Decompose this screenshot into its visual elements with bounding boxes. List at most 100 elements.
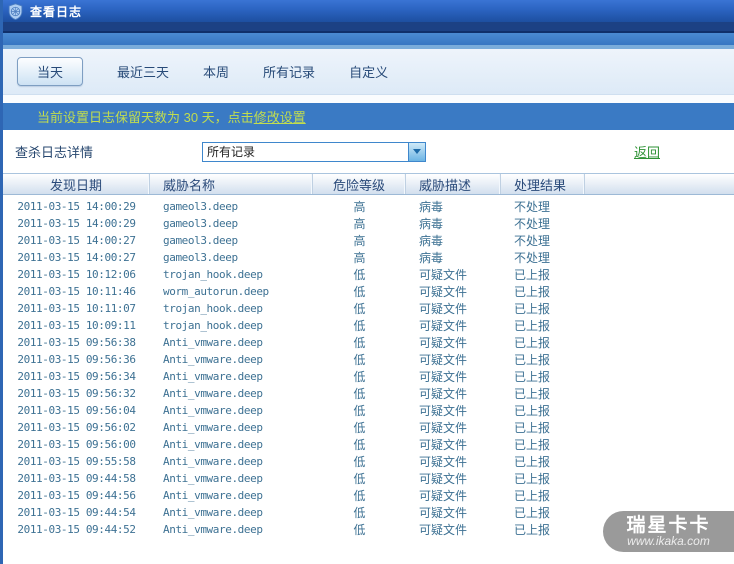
cell-risk-level: 低 — [353, 455, 366, 469]
table-row[interactable]: 2011-03-15 09:56:02 Anti_vmware.deep 低 可… — [3, 419, 734, 436]
log-viewer-window: 查看日志 当天 最近三天 本周 所有记录 自定义 当前设置日志保留天数为 30 … — [0, 0, 734, 564]
cell-threat-name: Anti_vmware.deep — [163, 370, 263, 383]
scan-log-details-label: 查杀日志详情 — [15, 145, 94, 160]
cell-result: 已上报 — [514, 472, 551, 486]
column-header-date[interactable]: 发现日期 — [3, 174, 150, 194]
cell-threat-name: Anti_vmware.deep — [163, 523, 263, 536]
cell-result: 已上报 — [514, 268, 551, 282]
table-row[interactable]: 2011-03-15 14:00:29 gameol3.deep 高 病毒 不处… — [3, 215, 734, 232]
cell-date: 2011-03-15 14:00:27 — [17, 251, 136, 264]
cell-threat-desc: 可疑文件 — [419, 455, 468, 469]
cell-threat-desc: 可疑文件 — [419, 285, 468, 299]
retention-notice-text: 当前设置日志保留天数为 30 天，点击 — [37, 110, 254, 125]
cell-threat-name: gameol3.deep — [163, 200, 238, 213]
modify-settings-link[interactable]: 修改设置 — [254, 107, 306, 126]
table-row[interactable]: 2011-03-15 09:56:38 Anti_vmware.deep 低 可… — [3, 334, 734, 351]
cell-date: 2011-03-15 09:44:54 — [17, 506, 136, 519]
cell-risk-level: 低 — [353, 302, 366, 316]
column-header-name[interactable]: 威胁名称 — [150, 174, 313, 194]
table-header-row: 发现日期 威胁名称 危险等级 威胁描述 处理结果 — [3, 174, 734, 195]
cell-risk-level: 低 — [353, 523, 366, 537]
tab-all-records[interactable]: 所有记录 — [263, 62, 315, 81]
cell-result: 不处理 — [514, 217, 551, 231]
cell-date: 2011-03-15 10:11:07 — [17, 302, 136, 315]
titlebar-lower-band — [3, 22, 734, 31]
cell-threat-desc: 可疑文件 — [419, 472, 468, 486]
cell-threat-desc: 可疑文件 — [419, 438, 468, 452]
tab-today[interactable]: 当天 — [17, 57, 84, 86]
record-type-select[interactable]: 所有记录 — [202, 141, 427, 162]
table-row[interactable]: 2011-03-15 10:12:06 trojan_hook.deep 低 可… — [3, 266, 734, 283]
cell-threat-desc: 可疑文件 — [419, 268, 468, 282]
table-row[interactable]: 2011-03-15 09:56:36 Anti_vmware.deep 低 可… — [3, 351, 734, 368]
table-row[interactable]: 2011-03-15 14:00:27 gameol3.deep 高 病毒 不处… — [3, 249, 734, 266]
cell-risk-level: 低 — [353, 285, 366, 299]
cell-date: 2011-03-15 09:56:38 — [17, 336, 136, 349]
cell-threat-name: Anti_vmware.deep — [163, 438, 263, 451]
cell-threat-name: worm_autorun.deep — [163, 285, 269, 298]
cell-result: 已上报 — [514, 489, 551, 503]
cell-threat-desc: 病毒 — [419, 200, 444, 214]
cell-threat-name: trojan_hook.deep — [163, 302, 263, 315]
table-row[interactable]: 2011-03-15 09:56:04 Anti_vmware.deep 低 可… — [3, 402, 734, 419]
cell-threat-desc: 病毒 — [419, 234, 444, 248]
cell-date: 2011-03-15 14:00:29 — [17, 217, 136, 230]
cell-threat-desc: 可疑文件 — [419, 506, 468, 520]
table-row[interactable]: 2011-03-15 09:56:00 Anti_vmware.deep 低 可… — [3, 436, 734, 453]
cell-threat-desc: 可疑文件 — [419, 302, 468, 316]
back-link[interactable]: 返回 — [634, 142, 660, 161]
cell-risk-level: 高 — [353, 251, 366, 265]
cell-result: 已上报 — [514, 404, 551, 418]
record-type-selected-value: 所有记录 — [207, 144, 256, 159]
cell-date: 2011-03-15 14:00:27 — [17, 234, 136, 247]
table-row[interactable]: 2011-03-15 10:09:11 trojan_hook.deep 低 可… — [3, 317, 734, 334]
cell-threat-name: Anti_vmware.deep — [163, 472, 263, 485]
cell-result: 已上报 — [514, 438, 551, 452]
log-table: 发现日期 威胁名称 危险等级 威胁描述 处理结果 2011-03-15 14:0… — [3, 173, 734, 538]
cell-risk-level: 高 — [353, 217, 366, 231]
cell-date: 2011-03-15 09:56:32 — [17, 387, 136, 400]
column-header-filler — [585, 174, 734, 194]
table-row[interactable]: 2011-03-15 14:00:29 gameol3.deep 高 病毒 不处… — [3, 198, 734, 215]
tab-last-three-days[interactable]: 最近三天 — [117, 62, 169, 81]
table-body: 2011-03-15 14:00:29 gameol3.deep 高 病毒 不处… — [3, 195, 734, 538]
cell-threat-name: trojan_hook.deep — [163, 319, 263, 332]
tab-this-week[interactable]: 本周 — [203, 62, 229, 81]
column-header-result[interactable]: 处理结果 — [501, 174, 585, 194]
cell-threat-desc: 病毒 — [419, 217, 444, 231]
retention-notice-bar: 当前设置日志保留天数为 30 天，点击 修改设置 — [3, 103, 734, 130]
table-row[interactable]: 2011-03-15 10:11:07 trojan_hook.deep 低 可… — [3, 300, 734, 317]
cell-date: 2011-03-15 09:56:02 — [17, 421, 136, 434]
watermark-brand: 瑞星卡卡 — [626, 514, 711, 536]
cell-result: 已上报 — [514, 336, 551, 350]
table-row[interactable]: 2011-03-15 09:44:58 Anti_vmware.deep 低 可… — [3, 470, 734, 487]
column-header-desc[interactable]: 威胁描述 — [406, 174, 501, 194]
cell-threat-name: gameol3.deep — [163, 251, 238, 264]
cell-threat-name: Anti_vmware.deep — [163, 421, 263, 434]
table-row[interactable]: 2011-03-15 09:44:56 Anti_vmware.deep 低 可… — [3, 487, 734, 504]
cell-threat-name: Anti_vmware.deep — [163, 489, 263, 502]
table-row[interactable]: 2011-03-15 14:00:27 gameol3.deep 高 病毒 不处… — [3, 232, 734, 249]
cell-result: 已上报 — [514, 370, 551, 384]
filter-row: 查杀日志详情 所有记录 返回 — [3, 130, 734, 173]
cell-date: 2011-03-15 10:12:06 — [17, 268, 136, 281]
cell-result: 不处理 — [514, 234, 551, 248]
table-row[interactable]: 2011-03-15 09:55:58 Anti_vmware.deep 低 可… — [3, 453, 734, 470]
window-title: 查看日志 — [30, 4, 83, 19]
tab-custom[interactable]: 自定义 — [349, 62, 388, 81]
table-row[interactable]: 2011-03-15 09:56:32 Anti_vmware.deep 低 可… — [3, 385, 734, 402]
cell-date: 2011-03-15 10:11:46 — [17, 285, 136, 298]
chevron-down-icon[interactable] — [408, 142, 426, 161]
watermark-url: www.ikaka.com — [627, 533, 710, 548]
titlebar: 查看日志 — [3, 0, 734, 22]
table-row[interactable]: 2011-03-15 09:56:34 Anti_vmware.deep 低 可… — [3, 368, 734, 385]
cell-result: 不处理 — [514, 251, 551, 265]
table-row[interactable]: 2011-03-15 10:11:46 worm_autorun.deep 低 … — [3, 283, 734, 300]
cell-date: 2011-03-15 10:09:11 — [17, 319, 136, 332]
column-header-level[interactable]: 危险等级 — [313, 174, 406, 194]
cell-threat-desc: 病毒 — [419, 251, 444, 265]
cell-risk-level: 低 — [353, 404, 366, 418]
cell-risk-level: 高 — [353, 200, 366, 214]
cell-risk-level: 低 — [353, 472, 366, 486]
period-tab-bar: 当天 最近三天 本周 所有记录 自定义 — [3, 49, 734, 95]
